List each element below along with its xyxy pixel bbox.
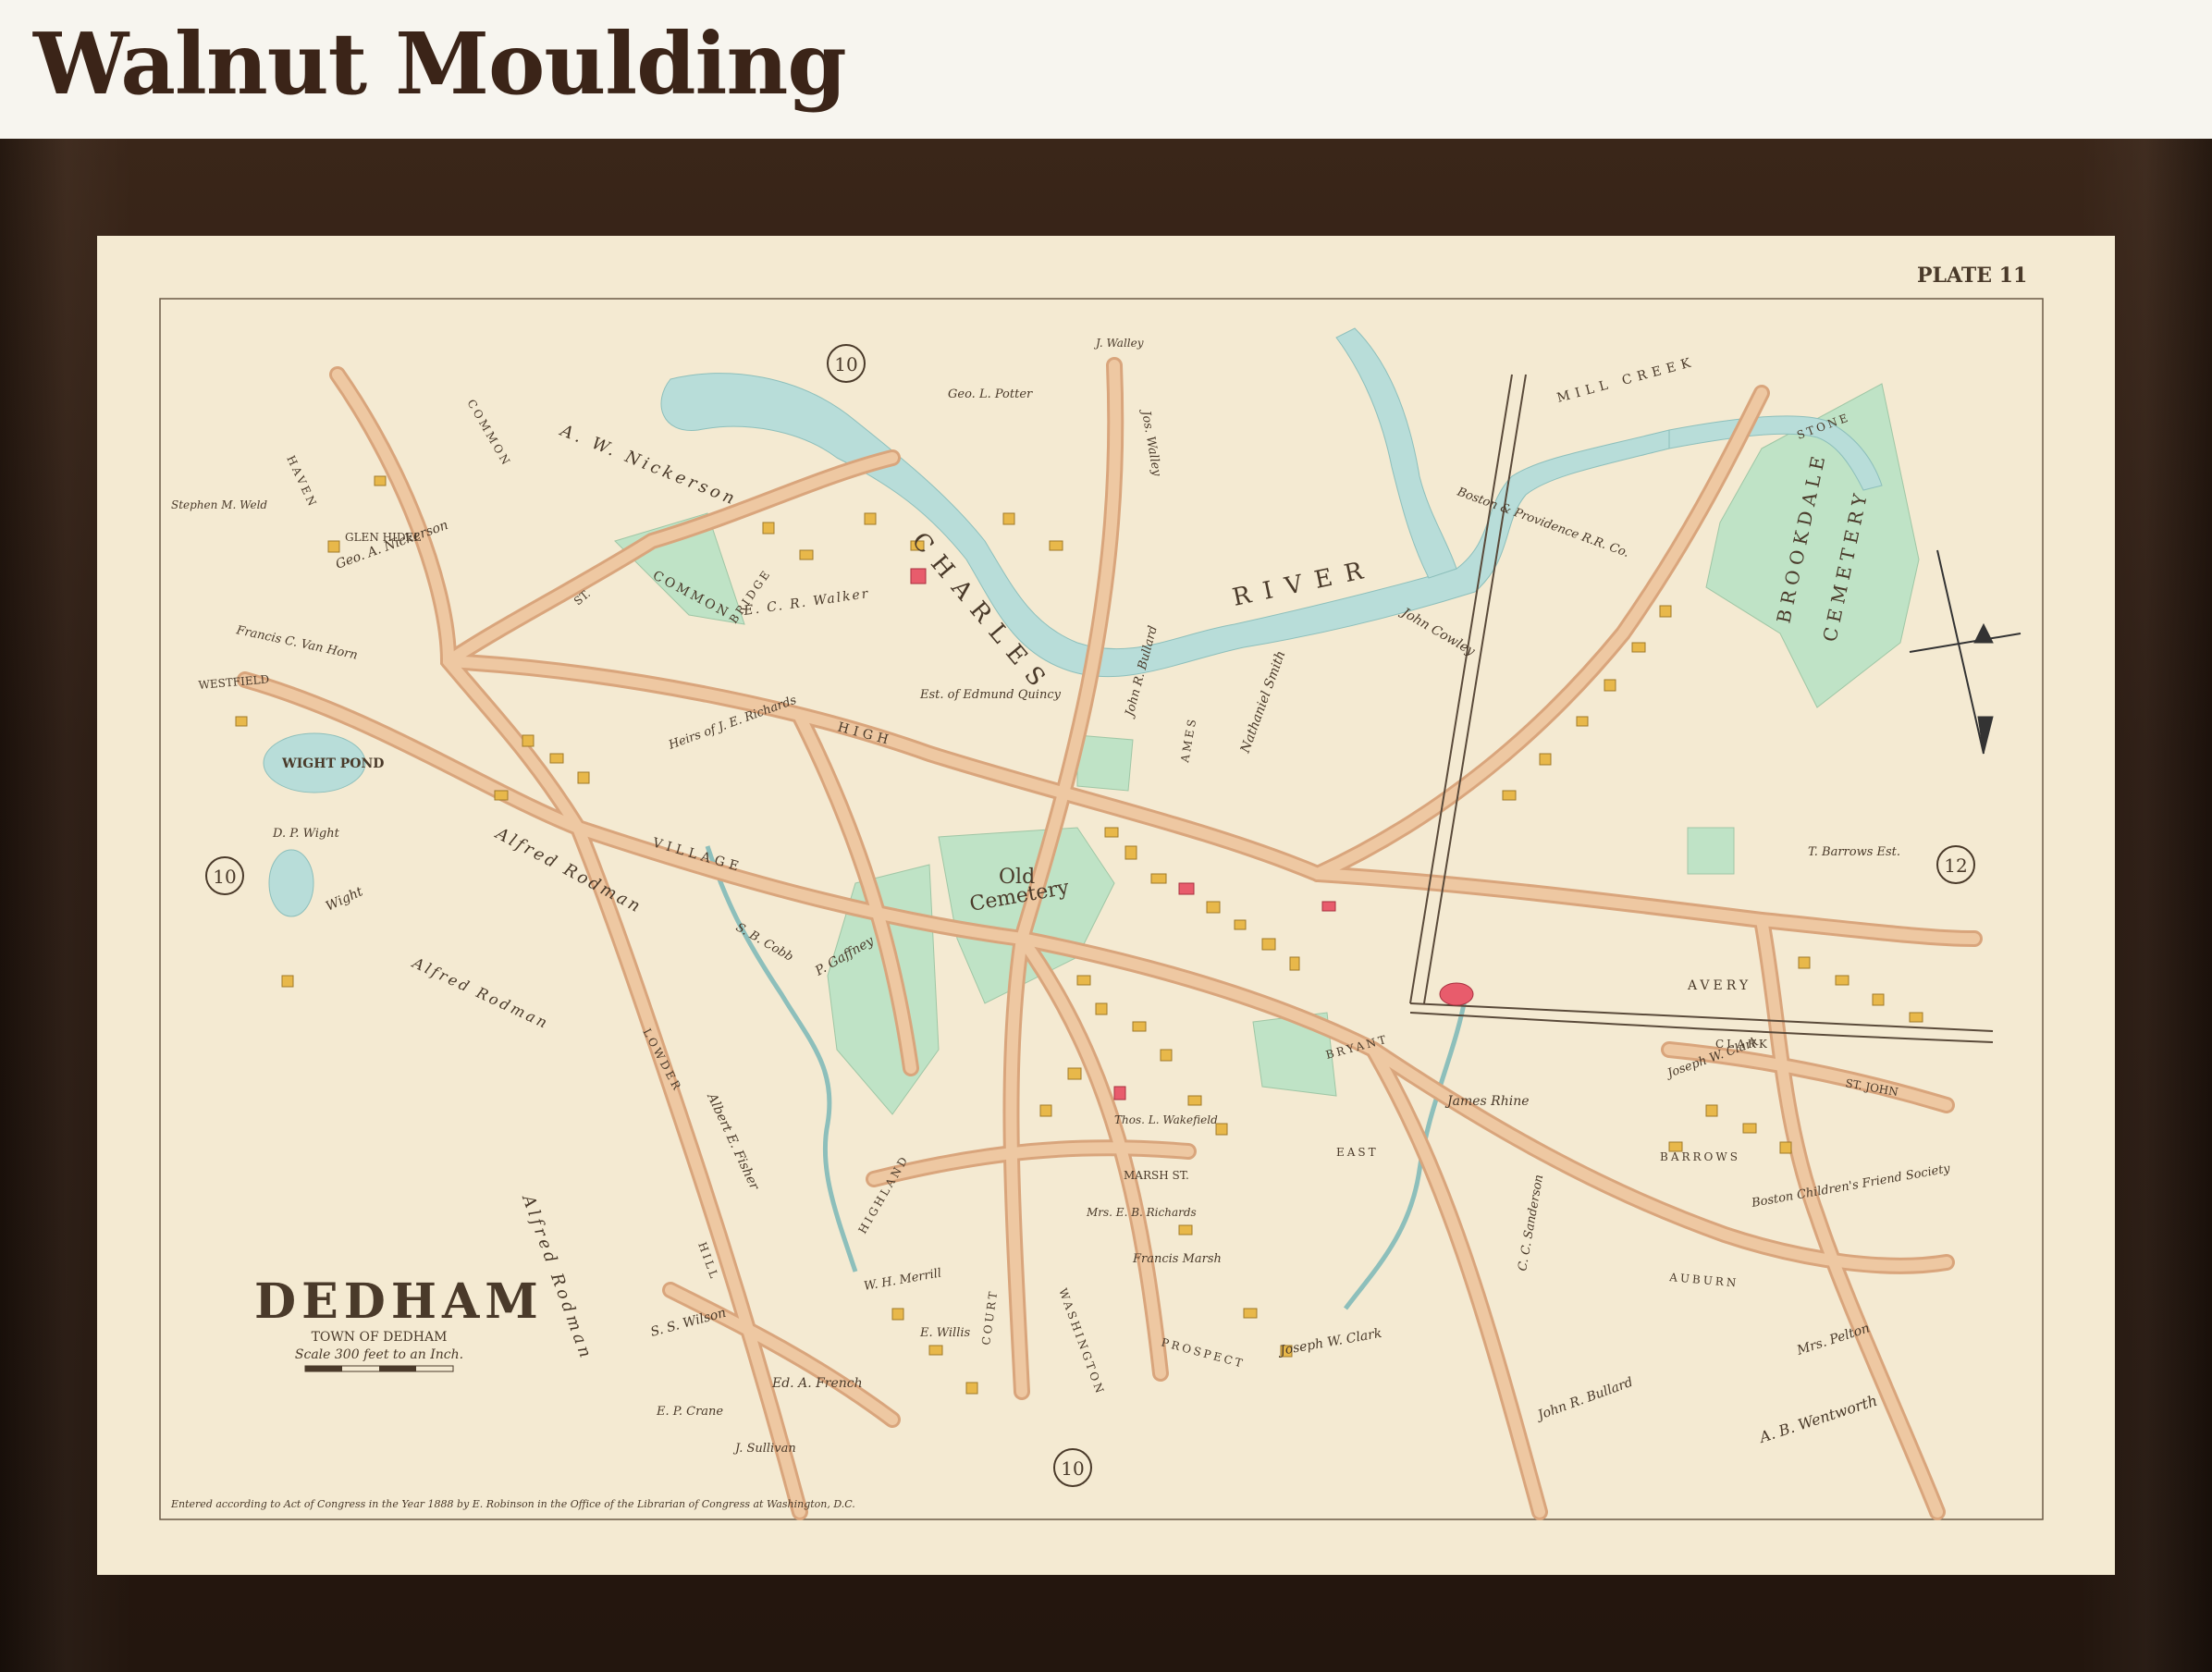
map-mat: 10 10 10 12 PLATE 11 DEDHAM TOWN OF DEDH… bbox=[97, 236, 2115, 1575]
small-park-3 bbox=[1687, 827, 1735, 875]
label-wight-pond: WIGHT POND bbox=[281, 756, 384, 771]
svg-text:12: 12 bbox=[1944, 854, 1967, 877]
plate-number: PLATE 11 bbox=[1917, 264, 2027, 288]
owner-french: Ed. A. French bbox=[771, 1376, 863, 1391]
owner-barrows-est: T. Barrows Est. bbox=[1808, 845, 1900, 859]
svg-text:10: 10 bbox=[213, 866, 236, 888]
street-marsh: MARSH ST. bbox=[1124, 1169, 1189, 1182]
header: Walnut Moulding bbox=[0, 0, 2212, 139]
owner-marsh: Francis Marsh bbox=[1132, 1252, 1222, 1266]
owner-weld: Stephen M. Weld bbox=[171, 498, 267, 511]
svg-text:10: 10 bbox=[834, 353, 857, 375]
owner-wakefield: Thos. L. Wakefield bbox=[1114, 1113, 1218, 1126]
copyright-line: Entered according to Act of Congress in … bbox=[170, 1498, 855, 1510]
small-pond bbox=[268, 849, 314, 917]
street-barrows: BARROWS bbox=[1660, 1150, 1740, 1163]
owner-willis: E. Willis bbox=[919, 1326, 971, 1340]
small-park-2 bbox=[1076, 734, 1134, 792]
street-avery: AVERY bbox=[1687, 978, 1751, 993]
map-canvas: 10 10 10 12 PLATE 11 DEDHAM TOWN OF DEDH… bbox=[97, 236, 2115, 1575]
map-title: DEDHAM bbox=[254, 1273, 544, 1330]
owner-wight-dp: D. P. Wight bbox=[272, 827, 340, 841]
svg-text:10: 10 bbox=[1061, 1457, 1084, 1480]
map-scale: Scale 300 feet to an Inch. bbox=[295, 1347, 463, 1362]
owner-richards-mrs: Mrs. E. B. Richards bbox=[1086, 1206, 1197, 1219]
page-title: Walnut Moulding bbox=[33, 14, 847, 114]
owner-sullivan: J. Sullivan bbox=[732, 1442, 796, 1456]
map-subtitle: TOWN OF DEDHAM bbox=[312, 1330, 448, 1345]
owner-potter: Geo. L. Potter bbox=[948, 387, 1033, 401]
owner-quincy-est: Est. of Edmund Quincy bbox=[919, 688, 1062, 702]
owner-rhine: James Rhine bbox=[1444, 1094, 1530, 1109]
street-east: EAST bbox=[1336, 1146, 1379, 1159]
owner-walley-j: J. Walley bbox=[1093, 337, 1144, 350]
owner-crane: E. P. Crane bbox=[656, 1405, 723, 1419]
walnut-frame: 10 10 10 12 PLATE 11 DEDHAM TOWN OF DEDH… bbox=[0, 139, 2212, 1672]
